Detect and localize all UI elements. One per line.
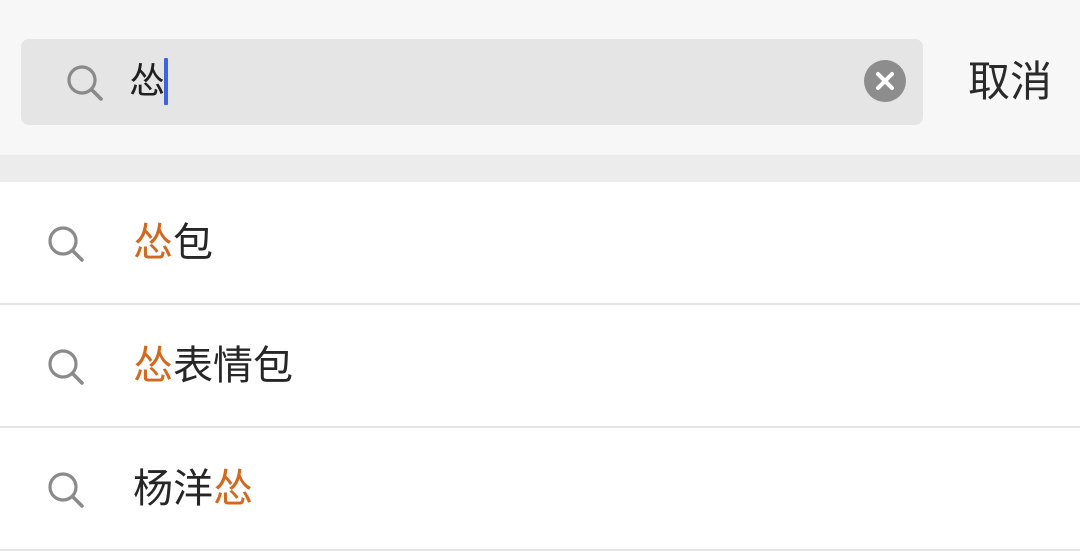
clear-icon — [876, 72, 894, 90]
suggestion-item[interactable]: 怂表情包 — [0, 305, 1080, 428]
suggestion-match: 怂 — [133, 343, 173, 389]
suggestion-item[interactable]: 杨洋怂 — [0, 428, 1080, 551]
suggestion-item[interactable]: 怂包 — [0, 182, 1080, 305]
text-caret — [164, 58, 168, 105]
search-icon — [67, 65, 103, 101]
suggestion-prefix: 杨洋 — [133, 466, 213, 512]
search-icon — [48, 226, 84, 262]
suggestion-list: 怂包 怂表情包 杨洋怂 — [0, 182, 1080, 551]
suggestion-match: 怂 — [213, 466, 253, 512]
suggestion-suffix: 表情包 — [173, 343, 293, 389]
section-divider — [0, 155, 1080, 182]
suggestion-label: 怂包 — [133, 218, 213, 268]
search-icon — [48, 472, 84, 508]
search-input[interactable]: 怂 — [21, 39, 923, 125]
search-query-text[interactable]: 怂 — [129, 59, 165, 105]
cancel-button[interactable]: 取消 — [968, 56, 1052, 108]
suggestion-suffix: 包 — [173, 220, 213, 266]
search-icon — [48, 349, 84, 385]
suggestion-match: 怂 — [133, 220, 173, 266]
clear-button[interactable] — [864, 60, 906, 102]
suggestion-label: 杨洋怂 — [133, 464, 253, 514]
search-header: 怂 取消 — [0, 0, 1080, 155]
suggestion-label: 怂表情包 — [133, 341, 293, 391]
